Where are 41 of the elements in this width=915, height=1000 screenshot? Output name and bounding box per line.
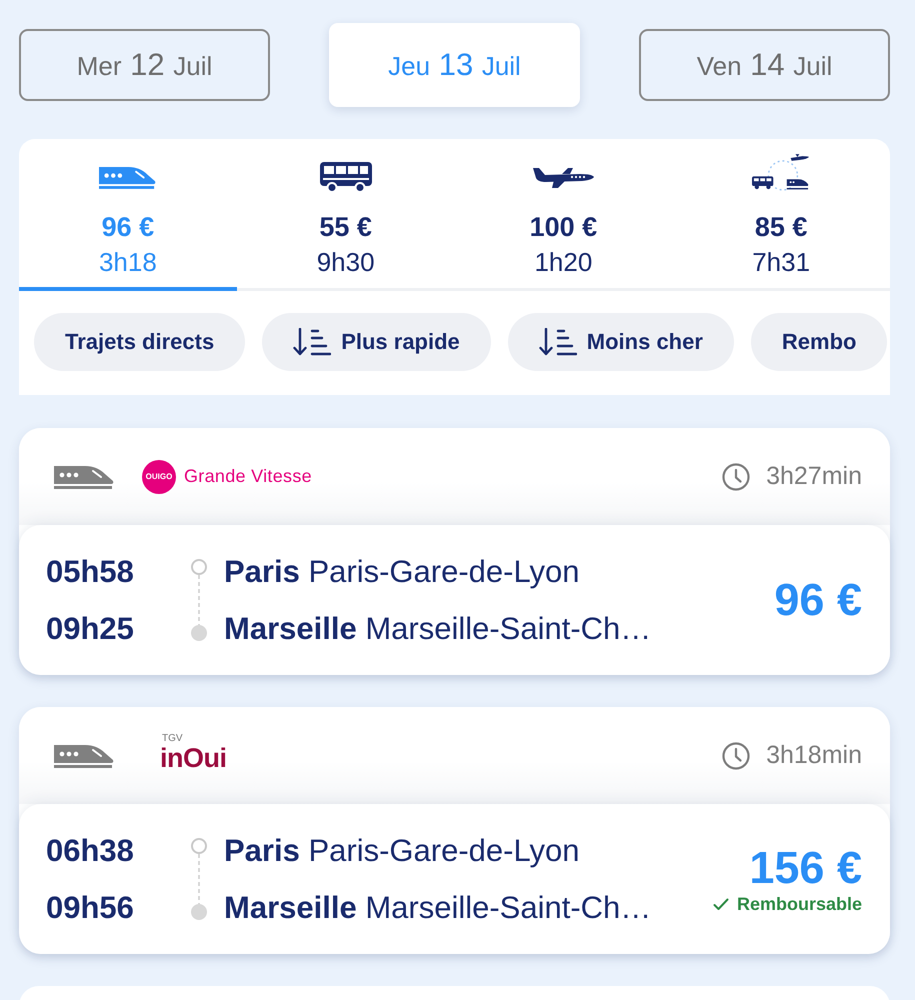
train-icon [54,742,114,768]
logo-prefix: TGV [162,733,183,744]
sort-icon [293,328,332,356]
arrival-time: 09h25 [46,610,135,646]
arrival-station: Marseille Marseille-Saint-Ch… [224,610,652,646]
filter-chip[interactable]: Trajets directs [34,313,246,371]
arrival-time: 09h56 [46,890,135,926]
ticket-price: 156 € [749,844,862,892]
operator-logo: inOui [160,744,226,772]
sort-icon [538,328,577,356]
transport-mode-tab[interactable]: 100 € 1h20 [454,139,672,291]
transport-mode-tab[interactable]: 55 € 9h30 [236,139,454,291]
route-timeline-icon [190,837,208,921]
refund-label: Remboursable [736,894,862,914]
journey-card[interactable]: TGV inOui 3h18min 06h38 Paris Paris-Gare-de-Lyon 09h56 Marseille Marseille-Saint-Ch… 156 € Remboursable [19,707,890,954]
departure-time: 06h38 [46,832,135,868]
clock-icon [722,462,750,490]
multimodal-icon [752,152,810,192]
train-icon [54,464,114,490]
date-tab[interactable]: Mer 12 Juil [19,29,270,101]
date-tab[interactable]: Ven 14 Juil [639,29,890,101]
clock-icon [722,742,750,770]
journey-card[interactable]: OUIGO Grande Vitesse 3h27min 05h58 Paris Paris-Gare-de-Lyon 09h25 Marseille Marseille-Saint-Ch… 96 € [19,428,890,675]
trip-duration: 3h18min [766,741,862,770]
route-timeline-icon [190,558,208,642]
airplane-icon [532,166,594,188]
departure-station: Paris Paris-Gare-de-Lyon [224,832,581,868]
check-icon [712,898,729,910]
arrival-station: Marseille Marseille-Saint-Ch… [224,890,652,926]
operator-logo: OUIGO [142,460,176,494]
filter-chip[interactable]: Moins cher [508,313,734,371]
service-name: Grande Vitesse [184,466,312,487]
bus-icon [320,162,372,192]
departure-station: Paris Paris-Gare-de-Lyon [224,554,581,590]
train-icon [99,164,156,190]
filter-chip[interactable]: Plus rapide [262,313,491,371]
transport-mode-tab[interactable]: 85 € 7h31 [672,139,890,291]
departure-time: 05h58 [46,554,135,590]
ticket-price: 96 € [774,576,862,624]
filter-chip[interactable]: Rembo [750,313,888,371]
trip-duration: 3h27min [766,462,862,491]
